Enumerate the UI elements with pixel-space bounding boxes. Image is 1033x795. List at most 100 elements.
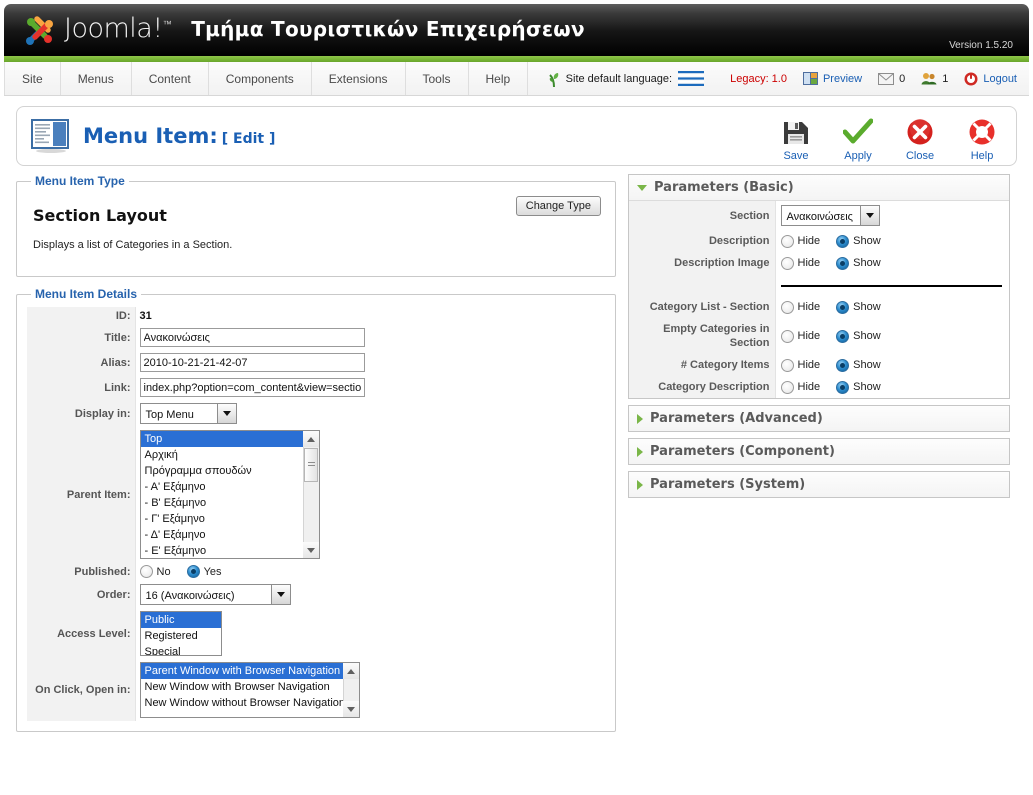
category-list-hide-option[interactable]: Hide [780,300,820,314]
menu-extensions[interactable]: Extensions [312,62,406,95]
radio-on-icon[interactable] [186,565,200,578]
access-level-listbox[interactable]: Public Registered Special [139,611,222,656]
site-default-language: Site default language: [548,70,705,88]
on-click-options: Parent Window with Browser Navigation Ne… [140,663,359,711]
radio-off-icon[interactable] [780,234,794,248]
category-items-show-option[interactable]: Show [836,358,881,372]
scroll-up-icon[interactable] [303,431,319,447]
radio-off-icon[interactable] [139,565,153,578]
radio-on-icon[interactable] [836,234,850,248]
parent-item-option[interactable]: - Ε' Εξάμηνο [141,543,319,558]
description-show-option[interactable]: Show [836,234,881,248]
on-click-option[interactable]: New Window with Browser Navigation [141,679,359,695]
parent-item-option[interactable]: - Δ' Εξάμηνο [141,527,319,543]
value-id: 31 [139,310,152,322]
radio-on-icon[interactable] [836,358,850,372]
parent-item-listbox[interactable]: Top Αρχική Πρόγραμμα σπουδών - Α' Εξάμην… [139,430,320,559]
radio-off-icon[interactable] [780,358,794,372]
radio-off-icon[interactable] [780,300,794,314]
access-level-option[interactable]: Special [141,644,221,655]
access-level-option[interactable]: Public [140,612,221,628]
param-label-description: Description [629,230,776,252]
scrollbar-track[interactable] [343,679,359,701]
main-menubar: Site Menus Content Components Extensions… [4,62,1029,96]
left-column: Menu Item Type Change Type Section Layou… [16,174,616,742]
messages-group[interactable]: 0 [878,72,905,85]
logout-group[interactable]: Logout [964,72,1017,86]
scrollbar-thumb[interactable] [304,448,318,482]
scrollbar-track[interactable] [303,483,319,542]
parent-item-option[interactable]: Top [140,431,319,447]
scroll-down-icon[interactable] [303,542,319,558]
menu-content[interactable]: Content [132,62,209,95]
section-select[interactable]: Ανακοινώσεις [780,205,880,226]
scroll-down-icon[interactable] [343,701,359,717]
close-button[interactable]: Close [896,111,944,162]
menu-help[interactable]: Help [469,62,529,95]
alias-input[interactable] [139,353,365,372]
empty-categories-hide-option[interactable]: Hide [780,329,820,343]
radio-on-icon[interactable] [836,256,850,270]
page-header-panel: Menu Item:[ Edit ] Save Apply Close Help [16,106,1017,166]
parent-item-scrollbar[interactable] [302,431,319,558]
preview-link[interactable]: Preview [823,73,862,85]
radio-off-icon[interactable] [780,256,794,270]
help-label: Help [970,150,994,162]
category-description-hide-option[interactable]: Hide [780,380,820,394]
menu-site[interactable]: Site [4,62,61,95]
category-list-show-option[interactable]: Show [836,300,881,314]
parameters-advanced-header[interactable]: Parameters (Advanced) [629,406,1009,431]
link-input[interactable] [139,378,365,397]
empty-categories-show-option[interactable]: Show [836,329,881,343]
scroll-up-icon[interactable] [343,663,359,679]
chevron-right-icon [637,479,643,490]
order-select[interactable]: 16 (Ανακοινώσεις) [139,584,291,605]
description-image-show-option[interactable]: Show [836,256,881,270]
radio-on-icon[interactable] [836,300,850,314]
description-hide-option[interactable]: Hide [780,234,820,248]
parameters-system-header[interactable]: Parameters (System) [629,472,1009,497]
parameters-basic-header[interactable]: Parameters (Basic) [629,175,1009,201]
param-label-section: Section [629,201,776,230]
save-button[interactable]: Save [772,111,820,162]
preview-link-group[interactable]: Preview [802,72,862,85]
menu-item-details-table: ID: 31 Title: Alias: [27,307,605,721]
category-items-hide-option[interactable]: Hide [780,358,820,372]
on-click-option[interactable]: New Window without Browser Navigation [141,695,359,711]
published-yes-option[interactable]: Yes [186,565,222,578]
parent-item-option[interactable]: Πρόγραμμα σπουδών [141,463,319,479]
access-level-options: Public Registered Special [140,612,221,655]
on-click-option[interactable]: Parent Window with Browser Navigation [140,663,359,679]
display-in-select[interactable]: Top Menu [139,403,237,424]
on-click-listbox[interactable]: Parent Window with Browser Navigation Ne… [139,662,360,718]
param-label-category-items: # Category Items [629,354,776,376]
published-no-option[interactable]: No [139,565,171,578]
parameters-component-header[interactable]: Parameters (Component) [629,439,1009,464]
change-type-button[interactable]: Change Type [515,196,601,216]
label-id: ID: [27,307,136,325]
parent-item-option[interactable]: - Γ' Εξάμηνο [141,511,319,527]
access-level-option[interactable]: Registered [141,628,221,644]
apply-button[interactable]: Apply [834,111,882,162]
menu-components[interactable]: Components [209,62,312,95]
radio-on-icon[interactable] [836,329,850,343]
menu-menus[interactable]: Menus [61,62,132,95]
radio-off-icon[interactable] [780,329,794,343]
help-button[interactable]: Help [958,111,1006,162]
radio-on-icon[interactable] [836,380,850,394]
on-click-scrollbar[interactable] [342,663,359,717]
parent-item-option[interactable]: - Β' Εξάμηνο [141,495,319,511]
chevron-right-icon [637,413,643,424]
category-description-show-option[interactable]: Show [836,380,881,394]
logout-link[interactable]: Logout [983,73,1017,85]
section-divider [780,285,1002,287]
parent-item-option[interactable]: - Α' Εξάμηνο [141,479,319,495]
radio-off-icon[interactable] [780,380,794,394]
menu-item-type-description: Displays a list of Categories in a Secti… [33,239,233,251]
menu-tools[interactable]: Tools [406,62,469,95]
users-group[interactable]: 1 [921,72,948,85]
description-image-hide-option[interactable]: Hide [780,256,821,270]
parent-item-option[interactable]: Αρχική [141,447,319,463]
title-input[interactable] [139,328,365,347]
hide-label: Hide [797,257,821,269]
